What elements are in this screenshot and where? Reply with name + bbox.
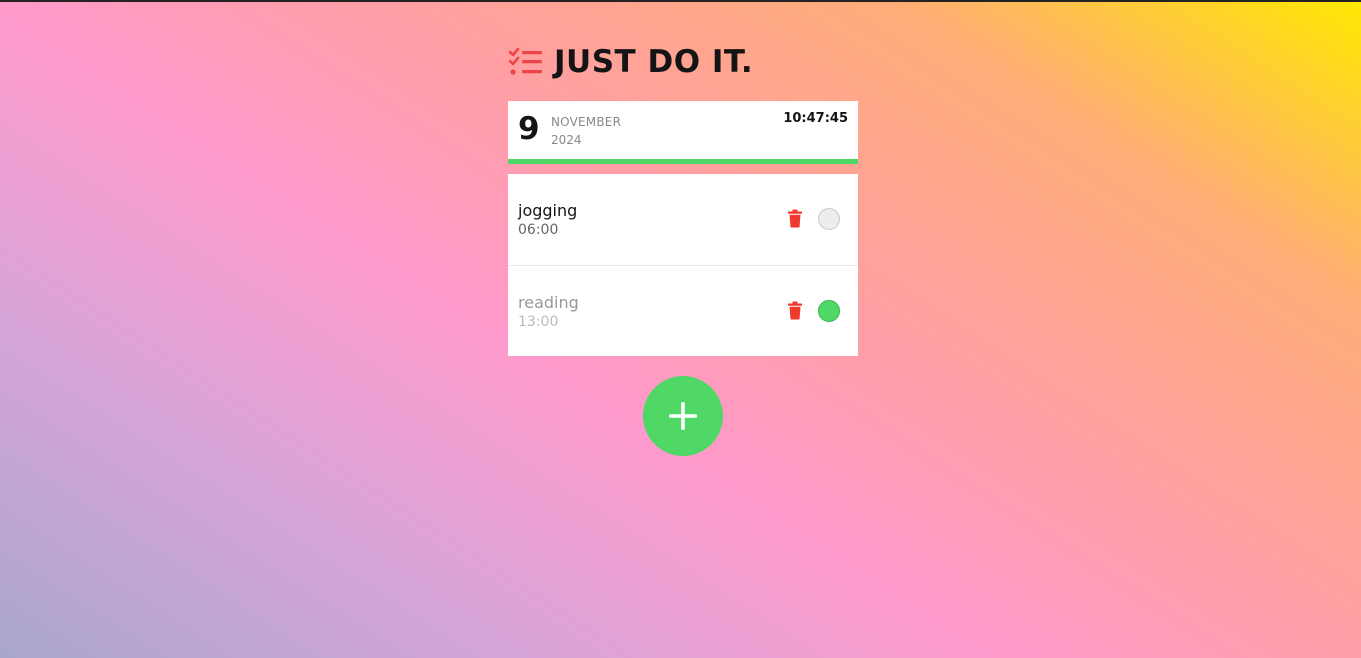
app-header: JUST DO IT. xyxy=(508,42,753,82)
task-name: jogging xyxy=(518,201,578,220)
task-complete-toggle[interactable] xyxy=(818,208,840,230)
app-title: JUST DO IT. xyxy=(554,44,754,80)
task-item[interactable]: jogging 06:00 xyxy=(508,174,858,265)
date-month: NOVEMBER xyxy=(551,115,622,129)
date-card: 9 NOVEMBER 2024 10:47:45 xyxy=(508,101,858,164)
task-complete-toggle[interactable] xyxy=(818,300,840,322)
checklist-icon xyxy=(508,47,542,75)
plus-icon xyxy=(669,402,697,430)
date-year: 2024 xyxy=(551,133,582,147)
trash-icon[interactable] xyxy=(787,209,803,228)
trash-icon[interactable] xyxy=(787,301,803,320)
task-time: 06:00 xyxy=(518,222,559,238)
clock-time: 10:47:45 xyxy=(783,111,848,126)
task-item[interactable]: reading 13:00 xyxy=(508,265,858,356)
task-name: reading xyxy=(518,293,579,312)
task-time: 13:00 xyxy=(518,314,559,330)
date-day: 9 xyxy=(518,111,540,147)
task-list: jogging 06:00 reading 13:00 xyxy=(508,174,858,356)
add-task-button[interactable] xyxy=(643,376,723,456)
